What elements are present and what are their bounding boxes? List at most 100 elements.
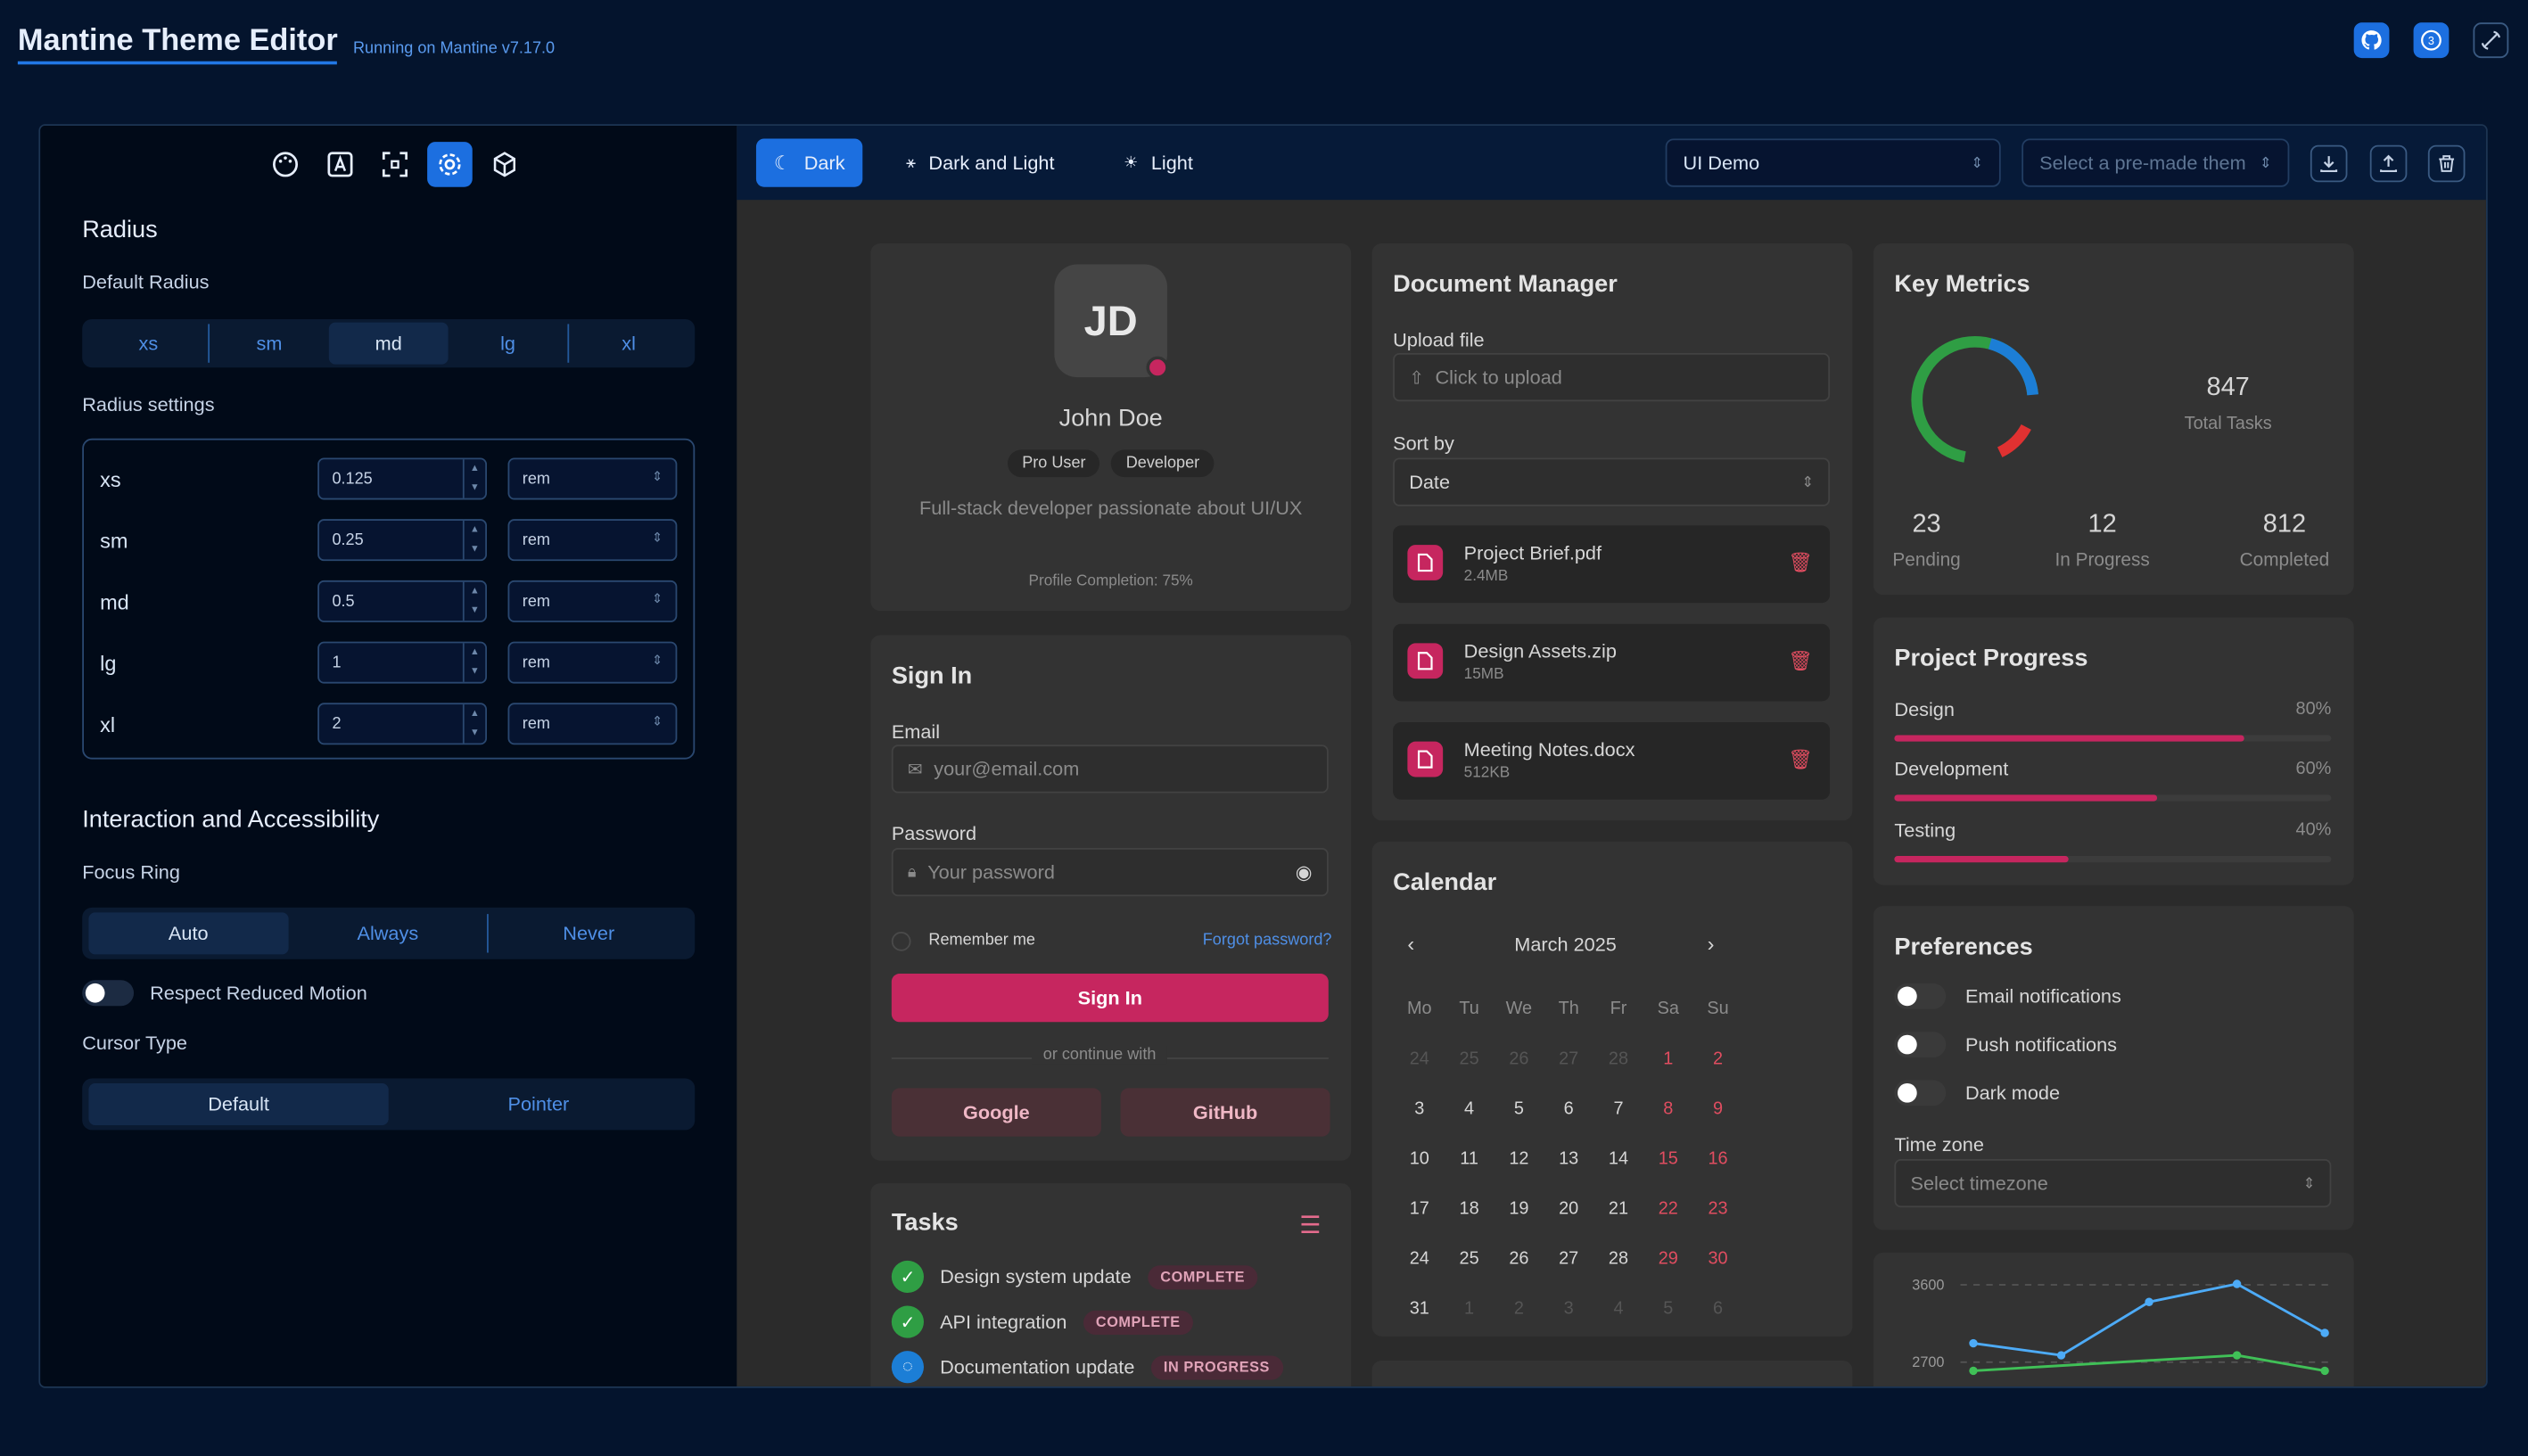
stepper-icon[interactable]: ▲ ▼ xyxy=(462,704,485,744)
radius-unit-select[interactable]: rem ⇕ xyxy=(507,580,678,622)
calendar-day[interactable]: 7 xyxy=(1593,1098,1643,1118)
remember-checkbox[interactable] xyxy=(891,932,911,951)
calendar-day[interactable]: 21 xyxy=(1593,1198,1643,1218)
calendar-day[interactable]: 28 xyxy=(1593,1049,1643,1068)
calendar-day[interactable]: 19 xyxy=(1495,1198,1544,1218)
calendar-day[interactable]: 23 xyxy=(1693,1198,1743,1218)
upload-field[interactable]: ⇧ Click to upload xyxy=(1393,352,1831,402)
calendar-day[interactable]: 11 xyxy=(1445,1148,1495,1168)
calendar-day[interactable]: 25 xyxy=(1445,1248,1495,1268)
calendar-day[interactable]: 15 xyxy=(1643,1148,1693,1168)
calendar-day[interactable]: 4 xyxy=(1593,1298,1643,1318)
forgot-password-link[interactable]: Forgot password? xyxy=(1203,932,1332,950)
calendar-day[interactable]: 6 xyxy=(1544,1098,1593,1118)
preference-toggle[interactable] xyxy=(1894,1080,1947,1106)
calendar-day[interactable]: 10 xyxy=(1395,1148,1445,1168)
calendar-day[interactable]: 24 xyxy=(1395,1049,1445,1068)
radius-value-input[interactable]: 2 ▲ ▼ xyxy=(317,703,488,745)
theme-select[interactable]: Select a pre-made theme ⇕ xyxy=(2022,138,2290,187)
radius-value-input[interactable]: 0.25 ▲ ▼ xyxy=(317,519,488,562)
radius-value-input[interactable]: 1 ▲ ▼ xyxy=(317,641,488,684)
radius-option-xl[interactable]: xl xyxy=(569,323,688,365)
radius-unit-select[interactable]: rem ⇕ xyxy=(507,519,678,562)
preference-toggle[interactable] xyxy=(1894,983,1947,1009)
sort-select[interactable]: Date ⇕ xyxy=(1393,457,1831,506)
palette-icon[interactable] xyxy=(263,142,309,187)
calendar-day[interactable]: 3 xyxy=(1544,1298,1593,1318)
box-icon[interactable] xyxy=(482,142,528,187)
calendar-day[interactable]: 6 xyxy=(1693,1298,1743,1318)
radius-unit-select[interactable]: rem ⇕ xyxy=(507,641,678,684)
calendar-day[interactable]: 29 xyxy=(1643,1248,1693,1268)
radius-option-lg[interactable]: lg xyxy=(449,323,568,365)
typography-icon[interactable] xyxy=(317,142,363,187)
radius-unit-select[interactable]: rem ⇕ xyxy=(507,703,678,745)
radius-option-xs[interactable]: xs xyxy=(88,323,208,365)
radius-option-md[interactable]: md xyxy=(328,322,449,365)
radius-value-input[interactable]: 0.5 ▲ ▼ xyxy=(317,580,488,622)
cursor-option-pointer[interactable]: Pointer xyxy=(389,1083,688,1125)
stepper-icon[interactable]: ▲ ▼ xyxy=(462,520,485,560)
calendar-day[interactable]: 30 xyxy=(1693,1248,1743,1268)
stepper-icon[interactable]: ▲ ▼ xyxy=(462,581,485,621)
eye-icon[interactable]: ◉ xyxy=(1296,860,1313,883)
cursor-option-default[interactable]: Default xyxy=(88,1082,389,1125)
calendar-day[interactable]: 5 xyxy=(1495,1098,1544,1118)
calendar-day[interactable]: 28 xyxy=(1593,1248,1643,1268)
calendar-day[interactable]: 18 xyxy=(1445,1198,1495,1218)
calendar-day[interactable]: 26 xyxy=(1495,1049,1544,1068)
calendar-day[interactable]: 27 xyxy=(1544,1049,1593,1068)
help-icon[interactable]: 3 xyxy=(2413,22,2450,59)
delete-icon[interactable]: 🗑︎ xyxy=(1788,748,1813,770)
next-month-icon[interactable]: › xyxy=(1708,932,1715,956)
calendar-day[interactable]: 25 xyxy=(1445,1049,1495,1068)
radius-option-sm[interactable]: sm xyxy=(210,323,329,365)
reduced-motion-toggle[interactable] xyxy=(82,980,135,1007)
settings-icon[interactable] xyxy=(427,142,473,187)
signin-button[interactable]: Sign In xyxy=(891,974,1329,1023)
calendar-day[interactable]: 13 xyxy=(1544,1148,1593,1168)
download-icon[interactable] xyxy=(2310,144,2348,183)
calendar-day[interactable]: 20 xyxy=(1544,1198,1593,1218)
mode-light-button[interactable]: ☀ Light xyxy=(1106,138,1211,186)
demo-select[interactable]: UI Demo ⇕ xyxy=(1665,138,2001,187)
calendar-day[interactable]: 12 xyxy=(1495,1148,1544,1168)
mode-dark-light-button[interactable]: ⚹ Dark and Light xyxy=(888,138,1072,186)
github-button[interactable]: GitHub xyxy=(1120,1088,1330,1137)
github-icon[interactable] xyxy=(2353,22,2390,59)
calendar-day[interactable]: 14 xyxy=(1593,1148,1643,1168)
delete-icon[interactable]: 🗑︎ xyxy=(1788,650,1813,672)
calendar-day[interactable]: 17 xyxy=(1395,1198,1445,1218)
calendar-day[interactable]: 1 xyxy=(1643,1049,1693,1068)
calendar-day[interactable]: 4 xyxy=(1445,1098,1495,1118)
calendar-day[interactable]: 3 xyxy=(1395,1098,1445,1118)
trash-icon[interactable] xyxy=(2427,144,2466,183)
calendar-day[interactable]: 27 xyxy=(1544,1248,1593,1268)
calendar-day[interactable]: 16 xyxy=(1693,1148,1743,1168)
mode-dark-button[interactable]: ☾ Dark xyxy=(755,138,863,187)
focus-option-never[interactable]: Never xyxy=(489,912,688,954)
file-item[interactable]: Design Assets.zip 15MB 🗑︎ xyxy=(1393,623,1831,702)
password-field[interactable]: 🔒︎ Your password ◉ xyxy=(891,848,1329,897)
calendar-day[interactable]: 1 xyxy=(1445,1298,1495,1318)
menu-icon[interactable]: ☰ xyxy=(1299,1211,1321,1240)
email-field[interactable]: ✉ your@email.com xyxy=(891,744,1329,794)
preference-toggle[interactable] xyxy=(1894,1032,1947,1058)
file-item[interactable]: Meeting Notes.docx 512KB 🗑︎ xyxy=(1393,721,1831,800)
radius-unit-select[interactable]: rem ⇕ xyxy=(507,457,678,500)
calendar-day[interactable]: 2 xyxy=(1495,1298,1544,1318)
google-button[interactable]: Google xyxy=(891,1088,1101,1137)
calendar-day[interactable]: 24 xyxy=(1395,1248,1445,1268)
calendar-day[interactable]: 31 xyxy=(1395,1298,1445,1318)
calendar-day[interactable]: 9 xyxy=(1693,1098,1743,1118)
focus-option-always[interactable]: Always xyxy=(288,912,488,954)
calendar-day[interactable]: 26 xyxy=(1495,1248,1544,1268)
calendar-day[interactable]: 2 xyxy=(1693,1049,1743,1068)
calendar-day[interactable]: 22 xyxy=(1643,1198,1693,1218)
focus-option-auto[interactable]: Auto xyxy=(88,912,289,955)
timezone-select[interactable]: Select timezone ⇕ xyxy=(1894,1158,2332,1208)
file-item[interactable]: Project Brief.pdf 2.4MB 🗑︎ xyxy=(1393,525,1831,604)
theme-toggle-icon[interactable] xyxy=(2473,22,2509,59)
radius-value-input[interactable]: 0.125 ▲ ▼ xyxy=(317,457,488,500)
calendar-day[interactable]: 5 xyxy=(1643,1298,1693,1318)
